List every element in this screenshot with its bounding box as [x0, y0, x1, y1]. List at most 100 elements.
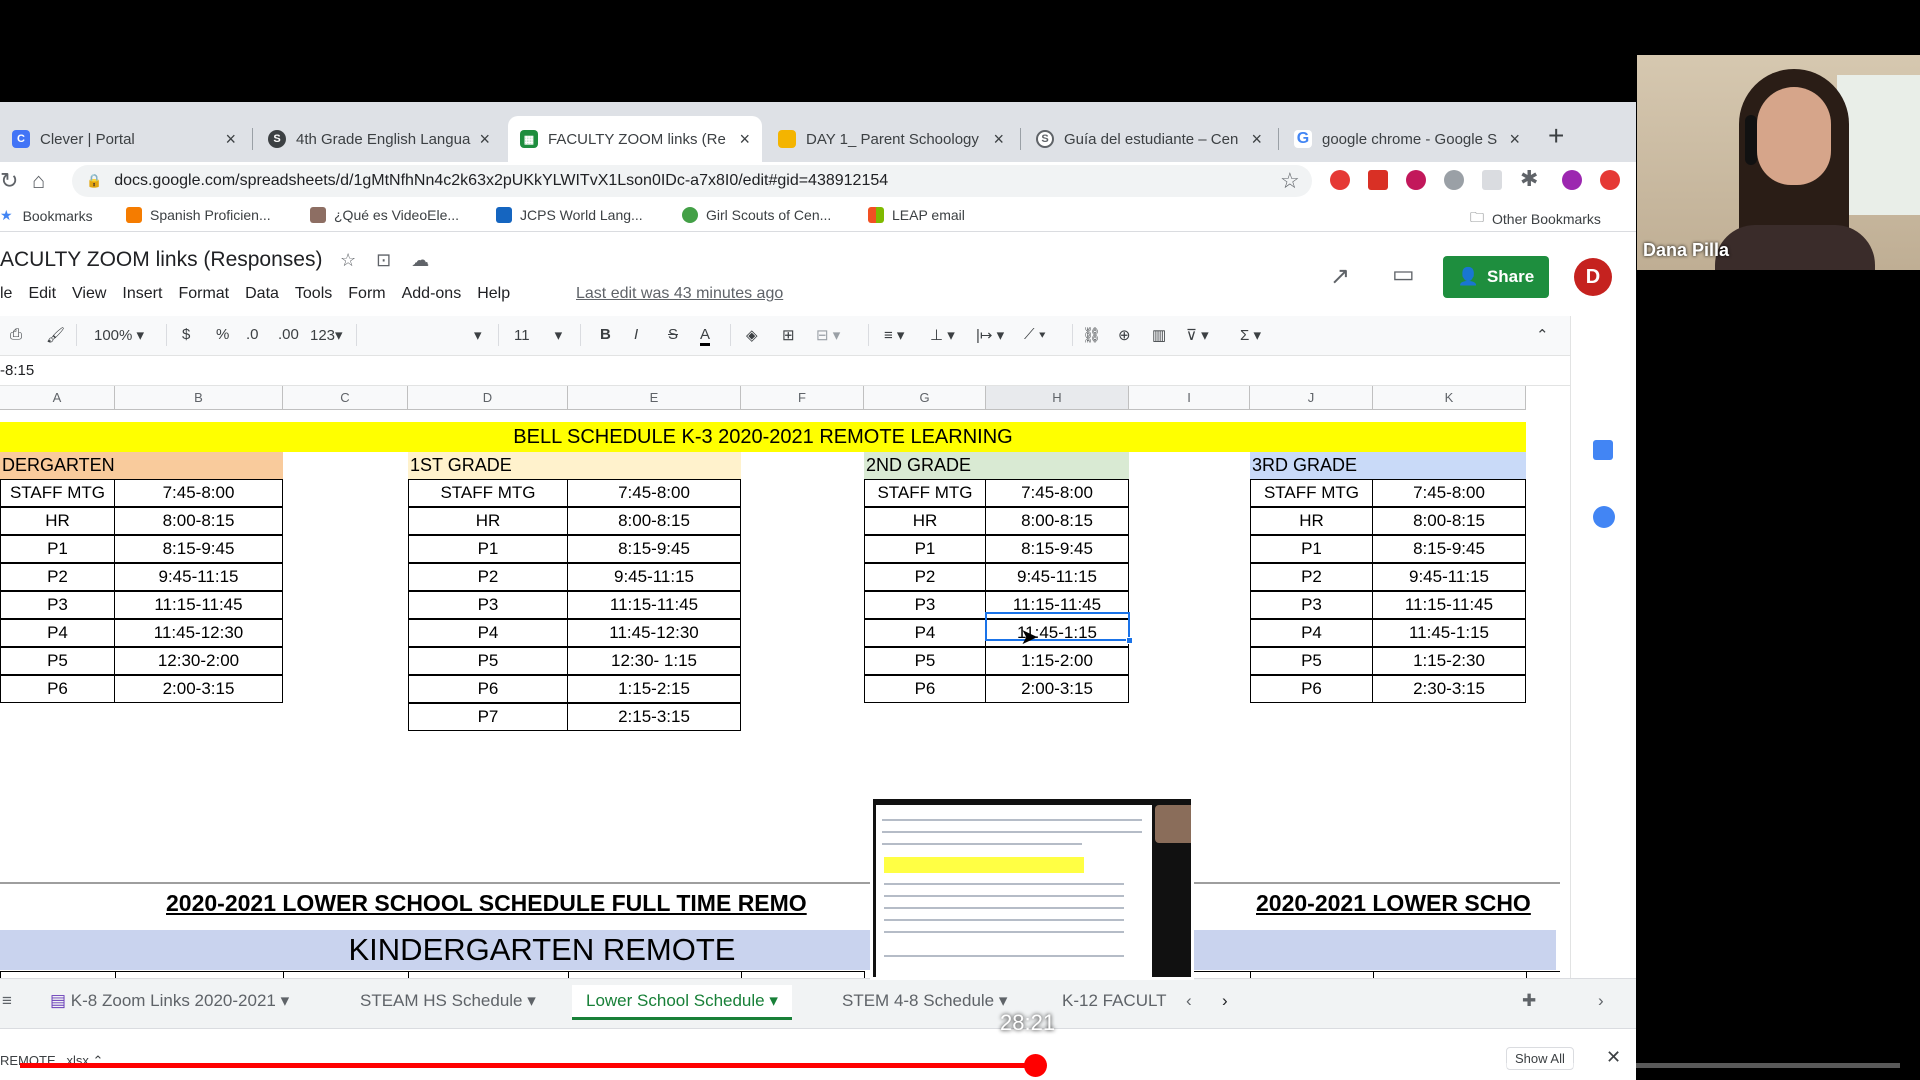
- browser-tab[interactable]: DAY 1_ Parent Schoology ×: [766, 116, 1016, 162]
- reload-icon[interactable]: ↻: [0, 168, 18, 194]
- chevron-right-icon[interactable]: ›: [1598, 991, 1604, 1011]
- text-rotate-icon[interactable]: ⟋ ▾: [1024, 326, 1046, 343]
- grade-header[interactable]: 2ND GRADE: [864, 452, 1129, 479]
- period-cell[interactable]: P5: [0, 647, 115, 675]
- period-cell[interactable]: HR: [408, 507, 568, 535]
- browser-tab[interactable]: G google chrome - Google S ×: [1282, 116, 1532, 162]
- italic-button[interactable]: I: [634, 326, 638, 343]
- comment-icon[interactable]: ▭: [1392, 260, 1415, 289]
- sheet-tab[interactable]: ▤ K-8 Zoom Links 2020-2021 ▾: [50, 991, 289, 1011]
- menu-edit[interactable]: Edit: [28, 285, 56, 303]
- explore-icon[interactable]: ✚: [1522, 991, 1536, 1011]
- star-icon[interactable]: ☆: [340, 250, 356, 271]
- period-cell[interactable]: P1: [864, 535, 986, 563]
- move-folder-icon[interactable]: ⊡: [376, 250, 391, 271]
- sheet-tab[interactable]: STEM 4-8 Schedule ▾: [842, 991, 1007, 1011]
- time-cell[interactable]: 7:45-8:00: [114, 479, 283, 507]
- column-header[interactable]: D: [408, 386, 568, 410]
- period-cell[interactable]: P3: [0, 591, 115, 619]
- time-cell[interactable]: 1:15-2:30: [1372, 647, 1526, 675]
- close-tab-icon[interactable]: ×: [993, 129, 1004, 150]
- period-cell[interactable]: P4: [408, 619, 568, 647]
- strikethrough-button[interactable]: S: [668, 326, 678, 343]
- period-cell[interactable]: P2: [864, 563, 986, 591]
- time-cell[interactable]: 8:00-8:15: [567, 507, 741, 535]
- period-cell[interactable]: HR: [1250, 507, 1373, 535]
- menu-format[interactable]: Format: [178, 285, 229, 303]
- bookmark-item[interactable]: ¿Qué es VideoEle...: [310, 207, 459, 223]
- column-header[interactable]: C: [283, 386, 408, 410]
- close-tab-icon[interactable]: ×: [739, 129, 750, 150]
- time-cell[interactable]: 8:15-9:45: [114, 535, 283, 563]
- collapse-toolbar-icon[interactable]: ⌃: [1536, 326, 1549, 344]
- opera-extension-icon[interactable]: [1330, 170, 1350, 190]
- scroll-left-icon[interactable]: ‹: [1186, 991, 1192, 1011]
- increase-decimal-button[interactable]: .00: [278, 326, 299, 343]
- time-cell[interactable]: 8:15-9:45: [985, 535, 1129, 563]
- last-edit-link[interactable]: Last edit was 43 minutes ago: [576, 285, 783, 303]
- extension-icon[interactable]: [1482, 170, 1502, 190]
- bookmark-item[interactable]: Spanish Proficien...: [126, 207, 271, 223]
- time-cell[interactable]: 11:15-11:45: [114, 591, 283, 619]
- column-header[interactable]: A: [0, 386, 115, 410]
- period-cell[interactable]: P2: [408, 563, 568, 591]
- time-cell[interactable]: 1:15-2:00: [985, 647, 1129, 675]
- period-cell[interactable]: P7: [408, 703, 568, 731]
- menu-file[interactable]: le: [0, 285, 12, 303]
- period-cell[interactable]: P2: [1250, 563, 1373, 591]
- time-cell[interactable]: 8:00-8:15: [985, 507, 1129, 535]
- fill-handle[interactable]: [1126, 637, 1133, 644]
- profile-icon[interactable]: [1562, 170, 1582, 190]
- time-cell[interactable]: 2:00-3:15: [985, 675, 1129, 703]
- bold-button[interactable]: B: [600, 326, 611, 343]
- menu-data[interactable]: Data: [245, 285, 279, 303]
- column-header[interactable]: G: [864, 386, 986, 410]
- column-header[interactable]: J: [1250, 386, 1373, 410]
- close-tab-icon[interactable]: ×: [1509, 129, 1520, 150]
- period-cell[interactable]: STAFF MTG: [408, 479, 568, 507]
- time-cell[interactable]: 11:45-1:15: [1372, 619, 1526, 647]
- period-cell[interactable]: P6: [408, 675, 568, 703]
- browser-tab[interactable]: C Clever | Portal ×: [0, 116, 248, 162]
- scroll-right-icon[interactable]: ›: [1222, 991, 1228, 1011]
- time-cell[interactable]: 9:45-11:15: [1372, 563, 1526, 591]
- functions-icon[interactable]: Σ ▾: [1240, 326, 1261, 344]
- time-cell[interactable]: 8:15-9:45: [567, 535, 741, 563]
- period-cell[interactable]: P4: [0, 619, 115, 647]
- period-cell[interactable]: STAFF MTG: [1250, 479, 1373, 507]
- share-button[interactable]: 👤 Share: [1443, 256, 1549, 298]
- extension-icon[interactable]: [1600, 170, 1620, 190]
- grade-header[interactable]: 1ST GRADE: [408, 452, 741, 479]
- close-tab-icon[interactable]: ×: [479, 129, 490, 150]
- merge-cells-icon[interactable]: ⊟ ▾: [816, 326, 840, 344]
- period-cell[interactable]: P5: [864, 647, 986, 675]
- time-cell[interactable]: 8:00-8:15: [114, 507, 283, 535]
- period-cell[interactable]: P3: [408, 591, 568, 619]
- grade-header[interactable]: 3RD GRADE: [1250, 452, 1526, 479]
- puzzle-icon[interactable]: ✱: [1520, 166, 1538, 192]
- grade-header[interactable]: DERGARTEN: [0, 452, 283, 479]
- filter-icon[interactable]: ⊽ ▾: [1186, 326, 1209, 344]
- bookmark-item[interactable]: JCPS World Lang...: [496, 207, 643, 223]
- time-cell[interactable]: 9:45-11:15: [114, 563, 283, 591]
- browser-tab[interactable]: S Guía del estudiante – Cen ×: [1024, 116, 1274, 162]
- menu-insert[interactable]: Insert: [122, 285, 162, 303]
- period-cell[interactable]: P4: [864, 619, 986, 647]
- period-cell[interactable]: P5: [408, 647, 568, 675]
- period-cell[interactable]: P1: [408, 535, 568, 563]
- time-cell[interactable]: 7:45-8:00: [985, 479, 1129, 507]
- time-cell[interactable]: 11:15-11:45: [567, 591, 741, 619]
- activity-trend-icon[interactable]: ↗: [1330, 262, 1350, 291]
- print-icon[interactable]: ⎙: [10, 326, 22, 343]
- column-header[interactable]: B: [115, 386, 283, 410]
- column-header[interactable]: I: [1129, 386, 1250, 410]
- time-cell[interactable]: 7:45-8:00: [567, 479, 741, 507]
- star-icon[interactable]: ☆: [1280, 168, 1300, 194]
- bookmark-item[interactable]: Girl Scouts of Cen...: [682, 207, 831, 223]
- instagram-extension-icon[interactable]: [1406, 170, 1426, 190]
- browser-tab[interactable]: S 4th Grade English Langua ×: [256, 116, 502, 162]
- bookmark-item[interactable]: ★ Bookmarks: [0, 207, 93, 224]
- period-cell[interactable]: HR: [864, 507, 986, 535]
- text-wrap-icon[interactable]: |↦ ▾: [976, 326, 1004, 344]
- sheet-tab-active[interactable]: Lower School Schedule ▾: [572, 985, 792, 1020]
